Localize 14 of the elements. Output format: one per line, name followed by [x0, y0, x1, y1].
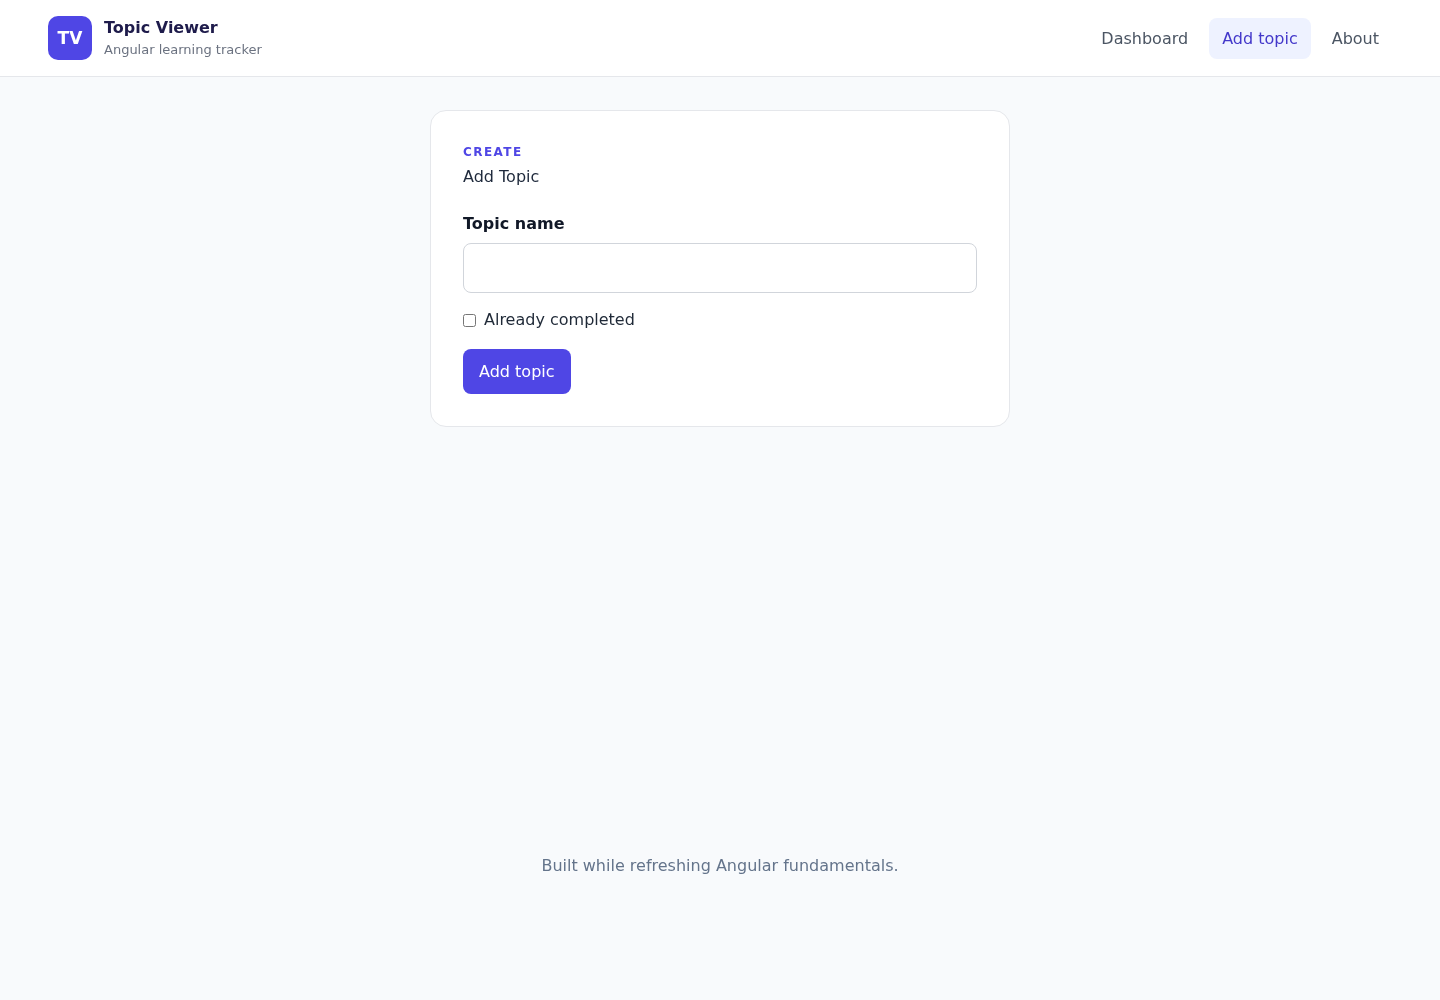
checkbox-label: Already completed — [484, 310, 635, 330]
checkbox[interactable] — [463, 313, 476, 327]
app-subtitle: Angular learning tracker — [104, 42, 262, 58]
nav-link[interactable]: Add topic — [1209, 17, 1311, 59]
input-field[interactable] — [463, 243, 977, 293]
nav-link[interactable]: Dashboard — [1088, 17, 1202, 59]
nav-link[interactable]: About — [1318, 17, 1392, 59]
footer-text: Built while refreshing Angular fundamentals. — [541, 855, 899, 877]
logo: TV — [48, 16, 92, 60]
section-eyebrow: CREATE — [463, 144, 524, 160]
app-title: Topic Viewer — [104, 18, 219, 38]
field-label: Topic name — [463, 214, 566, 234]
submit-button[interactable]: Add topic — [463, 349, 571, 394]
form-title: Add Topic — [463, 166, 541, 188]
